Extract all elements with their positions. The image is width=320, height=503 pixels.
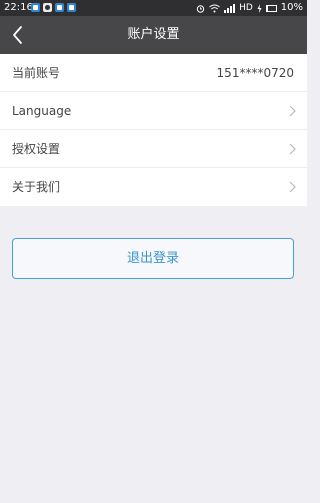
- authorization-settings-label: 授权设置: [12, 142, 61, 156]
- signal-icon: [224, 3, 236, 13]
- about-us-label: 关于我们: [12, 180, 61, 194]
- current-account-value: 151****0720: [216, 66, 294, 80]
- status-time: 22:16: [4, 2, 33, 13]
- battery-percent: 10%: [280, 2, 303, 13]
- about-us-row[interactable]: 关于我们: [0, 168, 307, 206]
- bear-app-icon: [43, 3, 52, 12]
- battery-icon: [265, 4, 277, 12]
- alarm-icon: [196, 4, 205, 13]
- language-label: Language: [12, 104, 72, 118]
- charging-icon: [257, 3, 262, 13]
- network-type: HD: [239, 3, 253, 13]
- chevron-right-icon: [289, 105, 296, 117]
- language-row[interactable]: Language: [0, 92, 307, 130]
- current-account-label: 当前账号: [12, 66, 61, 80]
- app-notification-icon: [67, 3, 76, 12]
- authorization-settings-row[interactable]: 授权设置: [0, 130, 307, 168]
- wifi-icon: [209, 4, 220, 12]
- notification-icons: [31, 3, 76, 13]
- chevron-right-icon: [289, 181, 296, 193]
- page-title: 账户设置: [127, 27, 180, 42]
- status-bar: 22:16 HD 10%: [0, 0, 307, 16]
- logout-button[interactable]: 退出登录: [12, 238, 294, 279]
- chevron-right-icon: [289, 143, 296, 155]
- status-indicators: HD 10%: [196, 0, 303, 16]
- current-account-row: 当前账号 151****0720: [0, 54, 307, 92]
- app-notification-icon: [31, 3, 40, 12]
- app-bar: 账户设置: [0, 16, 307, 54]
- settings-list: 当前账号 151****0720 Language 授权设置 关于我们: [0, 54, 307, 206]
- app-notification-icon: [55, 3, 64, 12]
